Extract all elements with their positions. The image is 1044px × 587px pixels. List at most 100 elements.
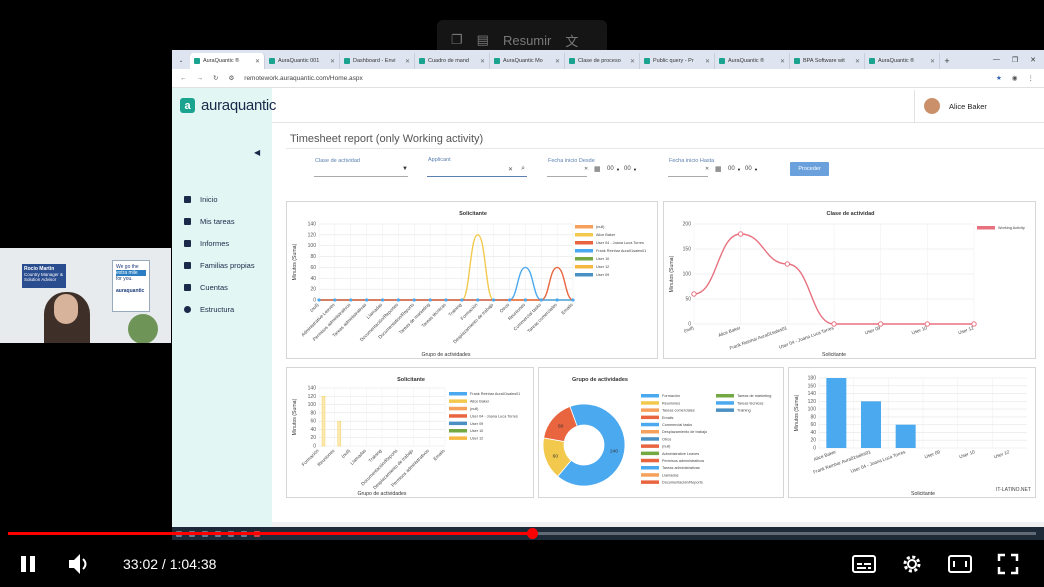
nav-item-informes[interactable]: Informes <box>184 239 229 248</box>
legend-label: Working Activity <box>998 226 1025 230</box>
video-player[interactable]: ❐ ▤ Resumir 文 Rocio Martin Country Manag… <box>0 0 1044 587</box>
back-icon[interactable]: ← <box>180 75 187 82</box>
data-point <box>523 298 527 302</box>
legend-label: Formación <box>662 394 680 398</box>
tab-label: AuraQuantic 001 <box>278 58 320 64</box>
legend-swatch <box>641 444 659 448</box>
tick-label: 20 <box>810 438 816 444</box>
new-tab-icon[interactable]: + <box>940 53 954 69</box>
menu-icon[interactable]: ⋮ <box>1028 74 1044 82</box>
settings-button[interactable] <box>900 552 924 581</box>
calendar-icon[interactable]: ▦ <box>594 165 601 173</box>
close-icon[interactable]: ✕ <box>930 58 935 65</box>
url-field[interactable]: remotework.auraquantic.com/Home.aspx <box>244 75 363 82</box>
legend-swatch <box>575 265 593 269</box>
profile-icon[interactable]: ◉ <box>1012 74 1018 82</box>
browser-tab[interactable]: AuraQuantic ® ✕ <box>190 53 265 69</box>
legend-label: User 04 - Joana Luca Torres <box>470 414 518 418</box>
subtitles-icon <box>852 555 876 573</box>
copy-icon: ❐ <box>451 32 463 47</box>
close-icon[interactable]: ✕ <box>405 58 410 65</box>
reload-icon[interactable]: ↻ <box>213 74 218 82</box>
clear-icon[interactable]: ✕ <box>584 166 588 172</box>
clear-icon[interactable]: ✕ <box>508 166 513 173</box>
close-icon[interactable]: ✕ <box>855 58 860 65</box>
brand-name: auraquantic <box>201 97 277 114</box>
tick-label: 80 <box>310 410 316 416</box>
data-point <box>507 298 512 302</box>
nav-item-estructura[interactable]: Estructura <box>184 305 234 314</box>
theater-mode-button[interactable] <box>948 554 972 579</box>
minimize-icon[interactable]: — <box>993 56 1000 63</box>
legend-label: User 10 <box>596 257 609 261</box>
nav-label: Estructura <box>200 305 235 314</box>
clear-icon[interactable]: ✕ <box>705 166 709 172</box>
proceed-button[interactable]: Proceder <box>790 162 829 176</box>
activity-class-select[interactable]: ▼ <box>314 166 408 177</box>
search-icon[interactable]: ⌕ <box>521 165 525 173</box>
nav-label: Inicio <box>200 195 218 204</box>
calendar-icon[interactable]: ▦ <box>715 165 722 173</box>
pause-button[interactable] <box>19 555 37 578</box>
close-icon[interactable]: ✕ <box>330 58 335 65</box>
hour-select[interactable]: 00 <box>607 166 614 172</box>
date-from-field[interactable]: ✕ ▦ 00 ▼ 00 ▼ <box>547 165 637 177</box>
site-info-icon[interactable]: ⚙ <box>228 74 234 82</box>
browser-tab[interactable]: BPA Software wit ✕ <box>790 53 865 69</box>
nav-item-inicio[interactable]: Inicio <box>184 195 218 204</box>
nav-item-mis-tareas[interactable]: Mis tareas <box>184 217 235 226</box>
close-icon[interactable]: ✕ <box>630 58 635 65</box>
chart-title: Solicitante <box>459 211 487 217</box>
collapse-icon[interactable]: ◀ <box>254 148 260 157</box>
filter-label: Fecha inicio Hasta <box>669 158 715 164</box>
forward-icon[interactable]: → <box>197 75 204 82</box>
browser-tab[interactable]: Clase de proceso ✕ <box>565 53 640 69</box>
chart-title: Clase de actividad <box>827 211 875 217</box>
close-icon[interactable]: ✕ <box>480 58 485 65</box>
favicon-icon <box>194 58 200 64</box>
close-icon[interactable]: ✕ <box>780 58 785 65</box>
browser-tab[interactable]: Dashboard - Envi ✕ <box>340 53 415 69</box>
browser-tab[interactable]: AuraQuantic ® ✕ <box>715 53 790 69</box>
volume-button[interactable] <box>68 553 92 580</box>
nav-item-familias[interactable]: Familias propias <box>184 261 255 270</box>
browser-tab[interactable]: AuraQuantic Mo ✕ <box>490 53 565 69</box>
app-logo[interactable]: a auraquantic <box>180 97 276 114</box>
tick-label: 20 <box>310 287 316 293</box>
chart-solicitante-totals: Solicitante Minutos (Suma) 0 20 40 60 80100 120… <box>794 376 1027 497</box>
legend-label: Training <box>737 409 751 413</box>
tick-label: 100 <box>308 402 317 408</box>
hour-select[interactable]: 00 <box>728 166 735 172</box>
tab-label: AuraQuantic Mo <box>503 58 543 64</box>
close-icon[interactable]: ✕ <box>255 58 260 65</box>
slice-label: 60 <box>558 423 564 429</box>
browser-tab[interactable]: AuraQuantic 001 ✕ <box>265 53 340 69</box>
nav-label: Familias propias <box>200 261 255 270</box>
browser-tab[interactable]: Cuadro de mand ✕ <box>415 53 490 69</box>
favicon-icon <box>269 58 275 64</box>
tick-label: 40 <box>810 430 816 436</box>
browser-tab[interactable]: Public query - Pr ✕ <box>640 53 715 69</box>
tab-label: Public query - Pr <box>653 58 694 64</box>
user-menu[interactable]: Alice Baker <box>914 90 1044 122</box>
close-icon[interactable]: ✕ <box>555 58 560 65</box>
legend-swatch <box>641 422 659 427</box>
bar <box>895 424 916 448</box>
minute-select[interactable]: 00 <box>624 166 631 172</box>
tick-label: (null) <box>340 448 351 459</box>
minute-select[interactable]: 00 <box>745 166 752 172</box>
browser-tab[interactable]: AuraQuantic ® ✕ <box>865 53 940 69</box>
subtitles-button[interactable] <box>852 554 876 579</box>
bookmark-star-icon[interactable]: ★ <box>996 74 1002 82</box>
date-to-field[interactable]: ✕ ▦ 00 ▼ 00 ▼ <box>668 165 760 177</box>
tab-search-icon[interactable]: ⌄ <box>172 53 190 69</box>
legend-label: User 09 <box>596 273 609 277</box>
fullscreen-button[interactable] <box>997 553 1019 580</box>
page-title: Timesheet report (only Working activity) <box>290 133 484 145</box>
close-window-icon[interactable]: ✕ <box>1030 56 1036 64</box>
maximize-icon[interactable]: ❐ <box>1012 56 1018 64</box>
nav-item-cuentas[interactable]: Cuentas <box>184 283 228 292</box>
tick-label: 60 <box>310 265 316 271</box>
applicant-input[interactable]: ✕ ⌕ <box>427 165 527 177</box>
close-icon[interactable]: ✕ <box>705 58 710 65</box>
